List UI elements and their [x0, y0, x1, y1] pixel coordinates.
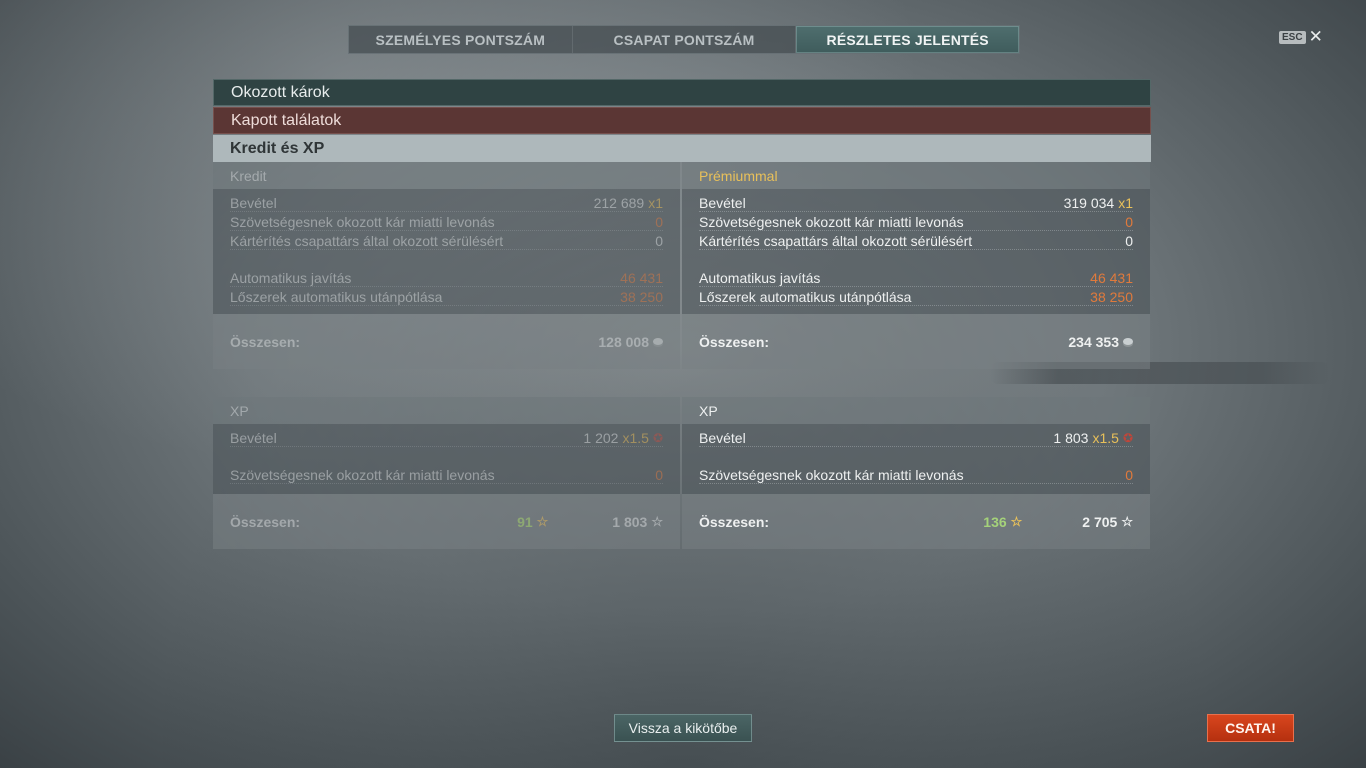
section-credit-xp-label: Kredit és XP — [230, 139, 325, 157]
xp-income-value: 1 202 — [583, 430, 619, 446]
premium-credit-panel-title: Prémiummal — [682, 162, 1150, 189]
back-to-port-button[interactable]: Vissza a kikötőbe — [614, 714, 752, 742]
premium-credit-panel-body: Bevétel 319 034 x1 Szövetségesnek okozott… — [682, 189, 1150, 314]
xp-ally-damage-value: 0 — [655, 467, 663, 483]
credit-compensation-label: Kártérítés csapattárs által okozott sérü… — [230, 233, 504, 249]
credit-ally-damage-label: Szövetségesnek okozott kár miatti levoná… — [230, 214, 495, 230]
premium-xp-ally-damage-value: 0 — [1125, 467, 1133, 483]
credit-income-value: 212 689 — [593, 195, 645, 211]
star-icon: ☆ — [536, 513, 549, 529]
premium-credit-ally-damage-value: 0 — [1125, 214, 1133, 230]
credit-income-label: Bevétel — [230, 195, 277, 211]
premium-xp-ally-damage-label: Szövetségesnek okozott kár miatti levoná… — [699, 467, 964, 483]
credit-repair-row: Automatikus javítás 46 431 — [230, 268, 663, 287]
credit-total-row: Összesen: 128 008 — [213, 314, 680, 369]
premium-xp-income-value: 1 803 — [1053, 430, 1089, 446]
section-damage-caused[interactable]: Okozott károk — [213, 79, 1151, 106]
premium-xp-ally-damage-row: Szövetségesnek okozott kár miatti levoná… — [699, 465, 1133, 484]
credit-income-multiplier: x1 — [648, 195, 663, 211]
credit-title: Kredit — [230, 167, 267, 184]
xp-panel-premium: XP Bevétel 1 803 x1.5 ✪ Szövetségesnek oko… — [682, 397, 1150, 549]
premium-credit-ammo-value: 38 250 — [1090, 289, 1133, 305]
premium-credit-ally-damage-label: Szövetségesnek okozott kár miatti levoná… — [699, 214, 964, 230]
credit-panel-standard: Kredit Bevétel 212 689 x1 Szövetségesnek … — [213, 162, 680, 369]
premium-xp-total-label: Összesen: — [699, 513, 770, 530]
tab-personal-score[interactable]: SZEMÉLYES PONTSZÁM — [349, 26, 573, 53]
xp-ally-damage-label: Szövetségesnek okozott kár miatti levoná… — [230, 467, 495, 483]
premium-credit-income-multiplier: x1 — [1118, 195, 1133, 211]
premium-credit-total-row: Összesen: 234 353 — [682, 314, 1150, 369]
premium-credit-compensation-value: 0 — [1125, 233, 1133, 249]
xp-income-multiplier: x1.5 — [622, 430, 649, 446]
credit-ally-damage-row: Szövetségesnek okozott kár miatti levoná… — [230, 212, 663, 231]
premium-credit-compensation-label: Kártérítés csapattárs által okozott sérü… — [699, 233, 973, 249]
credit-ammo-row: Lőszerek automatikus utánpótlása 38 250 — [230, 287, 663, 306]
credit-panel-premium: Prémiummal Bevétel 319 034 x1 Szövetséges… — [682, 162, 1150, 369]
section-hits-received[interactable]: Kapott találatok — [213, 107, 1151, 134]
premium-credit-compensation-row: Kártérítés csapattárs által okozott sérü… — [699, 231, 1133, 250]
credit-ally-damage-value: 0 — [655, 214, 663, 230]
credit-compensation-value: 0 — [655, 233, 663, 249]
credit-repair-label: Automatikus javítás — [230, 270, 352, 286]
xp-panel-standard: XP Bevétel 1 202 x1.5 ✪ Szövetségesnek oko… — [213, 397, 680, 549]
star-icon: ☆ — [1010, 513, 1023, 529]
premium-credit-repair-row: Automatikus javítás 46 431 — [699, 268, 1133, 287]
xp-title: XP — [230, 402, 249, 419]
section-damage-caused-label: Okozott károk — [231, 83, 330, 101]
premium-xp-income-row: Bevétel 1 803 x1.5 ✪ — [699, 428, 1133, 447]
premium-credit-title: Prémiummal — [699, 167, 778, 184]
star-outline-icon: ☆ — [1121, 513, 1133, 529]
xp-panel-body: Bevétel 1 202 x1.5 ✪ Szövetségesnek okozot… — [213, 424, 680, 494]
xp-total-label: Összesen: — [230, 513, 301, 530]
battle-button[interactable]: CSATA! — [1207, 714, 1294, 742]
xp-income-row: Bevétel 1 202 x1.5 ✪ — [230, 428, 663, 447]
premium-star-icon: ✪ — [1122, 431, 1133, 445]
credit-panel-title: Kredit — [213, 162, 680, 189]
credit-coin-icon — [653, 338, 663, 345]
xp-total-value: 1 803 — [612, 513, 648, 530]
premium-xp-title: XP — [699, 402, 718, 419]
premium-xp-panel-body: Bevétel 1 803 x1.5 ✪ Szövetségesnek okozot… — [682, 424, 1150, 494]
close-button[interactable]: ESC ✕ — [1279, 27, 1323, 46]
premium-credit-total-value: 234 353 — [1068, 333, 1119, 350]
section-hits-received-label: Kapott találatok — [231, 111, 342, 129]
xp-ally-damage-row: Szövetségesnek okozott kár miatti levoná… — [230, 465, 663, 484]
credit-total-label: Összesen: — [230, 333, 301, 350]
premium-credit-total-label: Összesen: — [699, 333, 770, 350]
premium-xp-total-row: Összesen: 136 ☆ 2 705 ☆ — [682, 494, 1150, 549]
premium-xp-panel-title: XP — [682, 397, 1150, 424]
premium-star-icon: ✪ — [652, 431, 663, 445]
credit-compensation-row: Kártérítés csapattárs által okozott sérü… — [230, 231, 663, 250]
premium-credit-repair-label: Automatikus javítás — [699, 270, 821, 286]
premium-credit-income-row: Bevétel 319 034 x1 — [699, 193, 1133, 212]
credit-panel-body: Bevétel 212 689 x1 Szövetségesnek okozott… — [213, 189, 680, 314]
premium-credit-ammo-label: Lőszerek automatikus utánpótlása — [699, 289, 912, 305]
xp-total-row: Összesen: 91 ☆ 1 803 ☆ — [213, 494, 680, 549]
credit-ammo-value: 38 250 — [620, 289, 663, 305]
star-outline-icon: ☆ — [651, 513, 663, 529]
premium-credit-income-value: 319 034 — [1063, 195, 1115, 211]
premium-credit-repair-value: 46 431 — [1090, 270, 1133, 286]
premium-credit-ally-damage-row: Szövetségesnek okozott kár miatti levoná… — [699, 212, 1133, 231]
premium-credit-ammo-row: Lőszerek automatikus utánpótlása 38 250 — [699, 287, 1133, 306]
esc-key-badge: ESC — [1279, 30, 1306, 44]
section-credit-xp[interactable]: Kredit és XP — [213, 135, 1151, 162]
premium-xp-income-multiplier: x1.5 — [1092, 430, 1119, 446]
premium-xp-total-free-value: 136 — [983, 513, 1007, 530]
credit-repair-value: 46 431 — [620, 270, 663, 286]
premium-xp-income-label: Bevétel — [699, 430, 746, 446]
close-icon: ✕ — [1308, 27, 1323, 46]
xp-panel-title: XP — [213, 397, 680, 424]
credit-ammo-label: Lőszerek automatikus utánpótlása — [230, 289, 443, 305]
premium-credit-income-label: Bevétel — [699, 195, 746, 211]
credit-total-value: 128 008 — [598, 333, 649, 350]
report-tabs: SZEMÉLYES PONTSZÁM CSAPAT PONTSZÁM RÉSZL… — [348, 25, 1020, 54]
premium-xp-total-value: 2 705 — [1082, 513, 1118, 530]
xp-income-label: Bevétel — [230, 430, 277, 446]
tab-team-score[interactable]: CSAPAT PONTSZÁM — [573, 26, 797, 53]
credit-income-row: Bevétel 212 689 x1 — [230, 193, 663, 212]
tab-detailed-report[interactable]: RÉSZLETES JELENTÉS — [796, 26, 1020, 53]
xp-total-free-value: 91 — [517, 513, 533, 530]
credit-coin-icon — [1123, 338, 1133, 345]
